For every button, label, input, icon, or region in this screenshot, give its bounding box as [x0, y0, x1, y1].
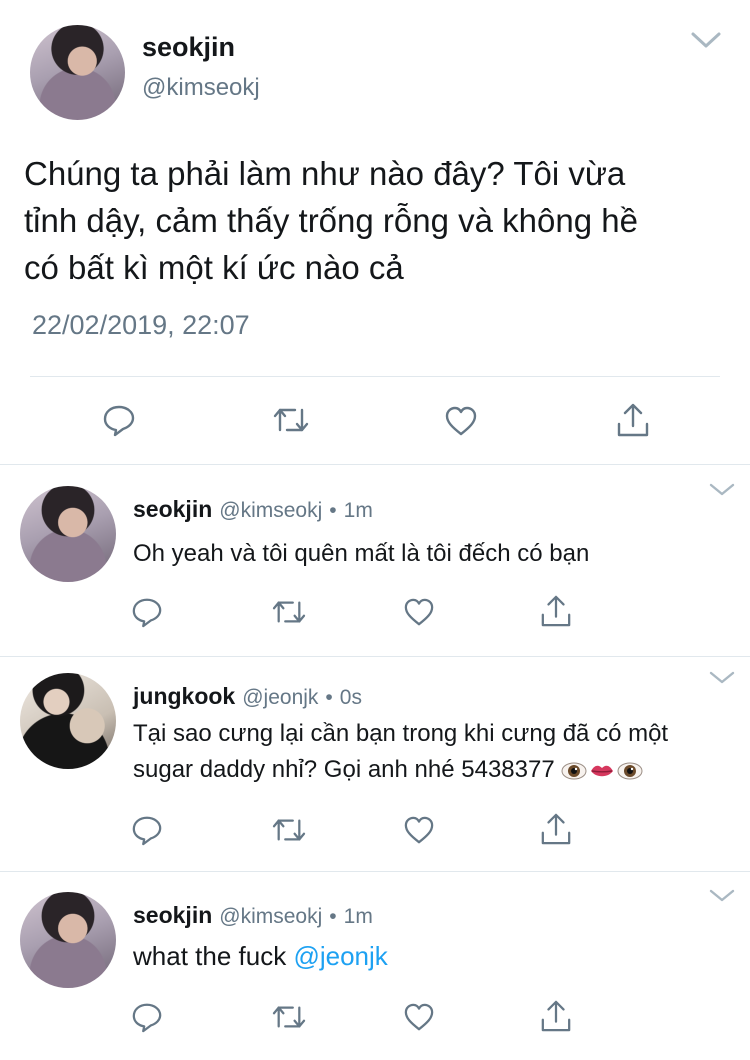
- tweet-header: jungkook @jeonjk • 0s: [133, 683, 362, 710]
- reply-icon[interactable]: [131, 1001, 163, 1033]
- avatar[interactable]: [20, 673, 116, 769]
- chevron-down-icon[interactable]: [708, 888, 736, 904]
- tweet-time[interactable]: 0s: [340, 686, 362, 710]
- avatar[interactable]: [20, 892, 116, 988]
- chevron-down-icon[interactable]: [708, 482, 736, 498]
- divider: [0, 464, 750, 465]
- retweet-icon[interactable]: [271, 1002, 307, 1032]
- tweet-time[interactable]: 1m: [344, 905, 373, 929]
- mention-link[interactable]: @jeonjk: [293, 941, 387, 971]
- reply-icon[interactable]: [131, 814, 163, 846]
- emoji-group: [561, 761, 643, 781]
- separator: •: [329, 905, 337, 928]
- retweet-icon[interactable]: [271, 597, 307, 627]
- timestamp[interactable]: 22/02/2019, 22:07: [32, 310, 250, 341]
- display-name[interactable]: jungkook: [133, 683, 235, 710]
- chevron-down-icon[interactable]: [708, 670, 736, 686]
- tweet-text-line: sugar daddy nhỉ? Gọi anh nhé 5438377: [133, 752, 733, 788]
- share-icon[interactable]: [540, 999, 572, 1033]
- eye-emoji-icon: [561, 762, 587, 780]
- retweet-icon[interactable]: [271, 815, 307, 845]
- divider: [0, 656, 750, 657]
- heart-icon[interactable]: [403, 597, 435, 627]
- avatar[interactable]: [20, 486, 116, 582]
- tweet-text-segment: what the fuck: [133, 941, 287, 971]
- tweet-text-segment: sugar daddy nhỉ? Gọi anh nhé 5438377: [133, 756, 555, 783]
- share-icon[interactable]: [540, 812, 572, 846]
- separator: •: [325, 686, 333, 709]
- handle[interactable]: @jeonjk: [242, 686, 318, 710]
- reply-icon[interactable]: [102, 403, 136, 437]
- tweet-text: Oh yeah và tôi quên mất là tôi đếch có b…: [133, 540, 590, 567]
- share-icon[interactable]: [540, 594, 572, 628]
- avatar[interactable]: [30, 25, 125, 120]
- lips-emoji-icon: [590, 765, 613, 776]
- tweet-text-line: có bất kì một kí ức nào cả: [24, 249, 404, 286]
- tweet-time[interactable]: 1m: [344, 499, 373, 523]
- heart-icon[interactable]: [444, 405, 478, 437]
- divider: [30, 376, 720, 377]
- tweet-text-line: Tại sao cưng lại cần bạn trong khi cưng …: [133, 720, 669, 747]
- heart-icon[interactable]: [403, 815, 435, 845]
- heart-icon[interactable]: [403, 1002, 435, 1032]
- tweet-text-line: tỉnh dậy, cảm thấy trống rỗng và không h…: [24, 202, 638, 239]
- display-name[interactable]: seokjin: [133, 902, 212, 929]
- tweet-text: what the fuck @jeonjk: [133, 938, 388, 974]
- tweet-text-line: Chúng ta phải làm như nào đây? Tôi vừa: [24, 155, 626, 192]
- handle[interactable]: @kimseokj: [142, 74, 260, 102]
- tweet-text: Chúng ta phải làm như nào đây? Tôi vừa t…: [24, 150, 734, 291]
- eye-emoji-icon: [617, 762, 643, 780]
- tweet-header: seokjin @kimseokj • 1m: [133, 496, 373, 523]
- display-name[interactable]: seokjin: [133, 496, 212, 523]
- share-icon[interactable]: [616, 402, 650, 438]
- handle[interactable]: @kimseokj: [219, 499, 322, 523]
- handle[interactable]: @kimseokj: [219, 905, 322, 929]
- chevron-down-icon[interactable]: [690, 30, 722, 50]
- divider: [0, 871, 750, 872]
- reply-icon[interactable]: [131, 596, 163, 628]
- tweet-header: seokjin @kimseokj • 1m: [133, 902, 373, 929]
- display-name[interactable]: seokjin: [142, 32, 235, 63]
- separator: •: [329, 499, 337, 522]
- retweet-icon[interactable]: [272, 404, 310, 436]
- tweet-text: Tại sao cưng lại cần bạn trong khi cưng …: [133, 716, 733, 788]
